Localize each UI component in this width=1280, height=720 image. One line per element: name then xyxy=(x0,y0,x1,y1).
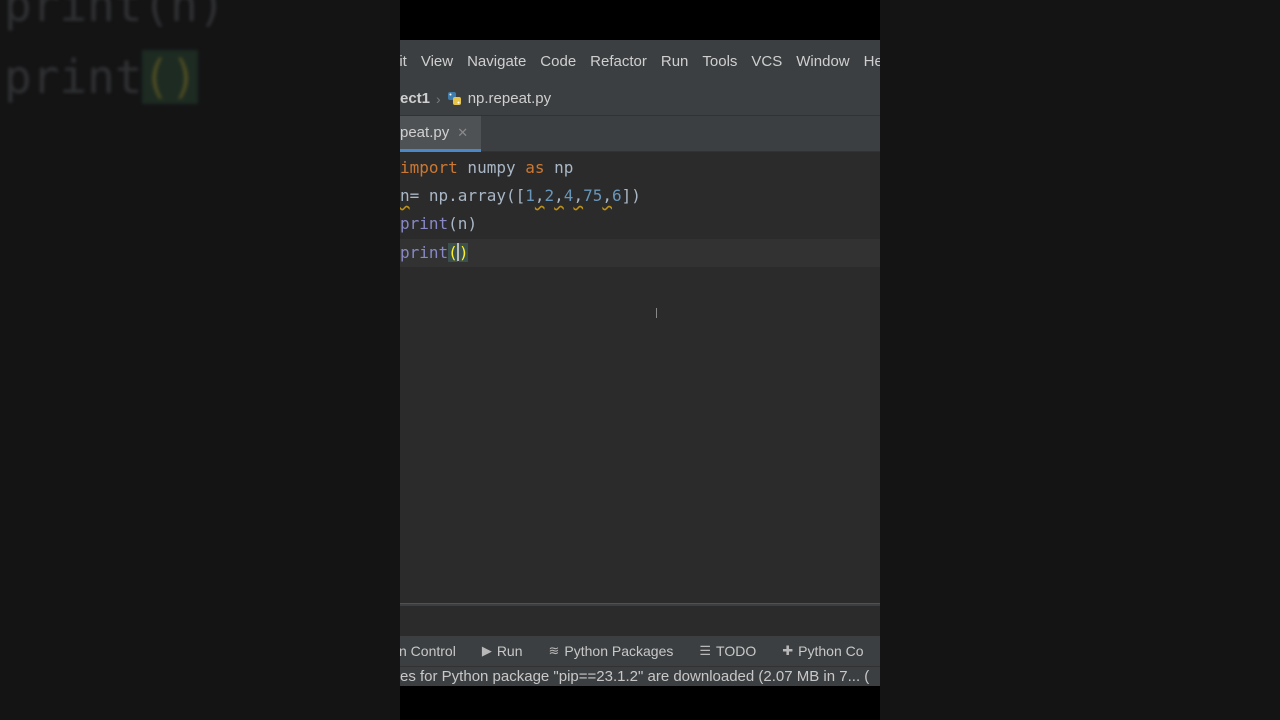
comma: , xyxy=(554,186,564,205)
menu-vcs[interactable]: VCS xyxy=(751,53,782,70)
chevron-right-icon: › xyxy=(436,90,441,107)
code-text: ]) xyxy=(621,186,641,205)
keyword-as: as xyxy=(525,158,545,177)
python-file-icon xyxy=(447,91,463,107)
keyword-import: import xyxy=(400,158,458,177)
tool-window-bar: n Control ▶ Run ≋ Python Packages ☰ TODO… xyxy=(400,636,880,666)
play-icon: ▶ xyxy=(481,643,492,658)
code-text: (n) xyxy=(448,214,478,233)
number-literal: 4 xyxy=(563,186,574,205)
menu-code[interactable]: Code xyxy=(540,53,576,70)
tool-python-console[interactable]: ✚ Python Co xyxy=(782,643,863,659)
text-cursor-icon xyxy=(656,308,657,318)
menu-run[interactable]: Run xyxy=(661,53,689,70)
ide-window: lit View Navigate Code Refactor Run Tool… xyxy=(400,0,880,720)
code-line-1: import numpy as np xyxy=(400,154,880,182)
code-line-4: print() xyxy=(400,239,880,267)
tab-np-repeat[interactable]: peat.py ✕ xyxy=(400,116,481,152)
blurred-code-line: print(n) xyxy=(4,0,226,32)
menu-navigate[interactable]: Navigate xyxy=(467,53,526,70)
close-icon[interactable]: ✕ xyxy=(457,125,468,141)
tool-python-packages[interactable]: ≋ Python Packages xyxy=(549,643,674,659)
list-icon: ☰ xyxy=(699,643,712,658)
blurred-code-text: print xyxy=(4,50,143,104)
tool-window-area xyxy=(400,606,880,636)
tool-todo[interactable]: ☰ TODO xyxy=(699,643,756,659)
layers-icon: ≋ xyxy=(548,643,560,658)
tool-label: Python Co xyxy=(798,643,864,659)
status-message: es for Python package "pip==23.1.2" are … xyxy=(400,668,870,685)
code-text: = np.array([ xyxy=(409,186,526,205)
blurred-paren: () xyxy=(142,50,198,104)
tool-label: n Control xyxy=(400,643,456,659)
breadcrumb: ect1 › np.repeat.py xyxy=(400,82,880,116)
number-literal: 6 xyxy=(611,186,622,205)
code-editor[interactable]: import numpy as np n= np.array([1,2,4,75… xyxy=(400,152,880,603)
breadcrumb-file[interactable]: np.repeat.py xyxy=(468,90,551,107)
python-icon: ✚ xyxy=(782,643,794,658)
comma: , xyxy=(573,186,584,205)
number-literal: 1 xyxy=(525,186,535,205)
tool-label: Run xyxy=(496,643,523,659)
tool-label: Python Packages xyxy=(564,643,674,659)
comma: , xyxy=(602,186,612,205)
code-line-2: n= np.array([1,2,4,75,6]) xyxy=(400,182,880,210)
module-name: numpy xyxy=(457,158,526,177)
menu-help[interactable]: Hel xyxy=(864,53,880,70)
number-literal: 75 xyxy=(583,186,603,205)
menu-tools[interactable]: Tools xyxy=(702,53,737,70)
code-line-3: print(n) xyxy=(400,210,880,238)
tool-version-control[interactable]: n Control xyxy=(400,643,456,659)
tool-run[interactable]: ▶ Run xyxy=(482,643,523,659)
menu-bar: lit View Navigate Code Refactor Run Tool… xyxy=(400,40,880,82)
status-bar[interactable]: es for Python package "pip==23.1.2" are … xyxy=(400,666,880,686)
blurred-background-right xyxy=(880,0,1280,720)
blurred-background-left: print(n) print() xyxy=(0,0,400,720)
module-alias: np xyxy=(544,158,574,177)
tab-label: peat.py xyxy=(400,124,450,141)
variable-n: n xyxy=(400,186,410,205)
tool-label: TODO xyxy=(716,643,757,659)
editor-tab-bar: peat.py ✕ xyxy=(400,116,880,152)
menu-edit[interactable]: lit xyxy=(400,53,407,70)
number-literal: 2 xyxy=(544,186,555,205)
builtin-print: print xyxy=(400,243,449,262)
menu-view[interactable]: View xyxy=(421,53,453,70)
breadcrumb-project[interactable]: ect1 xyxy=(400,90,430,107)
comma: , xyxy=(534,186,545,205)
matched-paren-close: ) xyxy=(458,243,469,262)
menu-refactor[interactable]: Refactor xyxy=(590,53,647,70)
blurred-code-line: print() xyxy=(4,50,198,104)
menu-window[interactable]: Window xyxy=(796,53,849,70)
builtin-print: print xyxy=(400,214,449,233)
